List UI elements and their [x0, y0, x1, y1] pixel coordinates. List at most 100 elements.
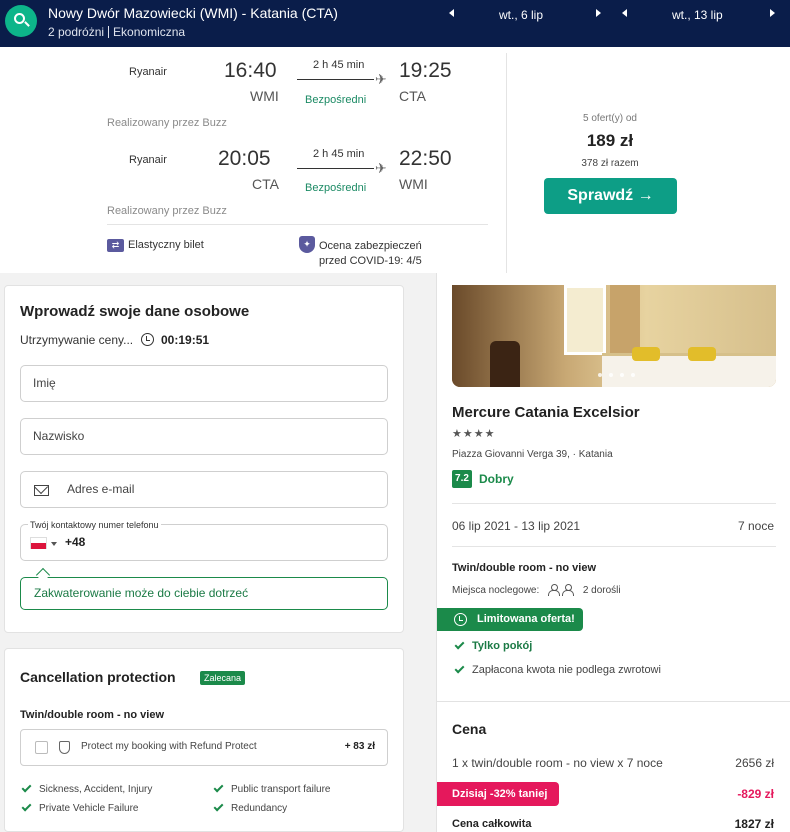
limited-offer-badge: Limitowana oferta! [437, 608, 583, 631]
benefit-label: Public transport failure [231, 784, 331, 795]
search-icon[interactable] [5, 5, 37, 37]
recommended-badge: Zalecana [200, 671, 246, 685]
benefit-label: Redundancy [231, 803, 288, 814]
plane-icon: ✈ [375, 71, 387, 87]
perk-item: Tylko pokój [454, 639, 533, 652]
person-icon [548, 584, 561, 596]
refund-protect-option[interactable]: Protect my booking with Refund Protect +… [20, 729, 388, 766]
depart-prev-icon[interactable] [449, 9, 454, 17]
guest-count: 2 dorośli [582, 585, 621, 596]
check-icon [213, 801, 224, 812]
dep-time-outbound: 16:40 [224, 59, 277, 82]
discount-value: -829 zł [737, 787, 774, 801]
arr-code-return: WMI [399, 176, 428, 192]
cancellation-room: Twin/double room - no view [20, 709, 165, 721]
total-value: 1827 zł [734, 817, 774, 831]
perk-label: Zapłacona kwota nie podlega zwrotowi [472, 664, 661, 676]
discount-badge: Dzisiaj -32% taniej [437, 782, 559, 806]
flight-line [297, 168, 374, 169]
mail-icon [34, 485, 49, 496]
duration-outbound: 2 h 45 min [313, 59, 365, 71]
dep-time-return: 20:05 [218, 147, 271, 170]
accommodation-notice: Zakwaterowanie może do ciebie dotrzeć [20, 577, 388, 610]
arr-time-outbound: 19:25 [399, 59, 452, 82]
hotel-photo[interactable] [452, 285, 776, 387]
hotel-summary-card: Mercure Catania Excelsior ★★★★ Piazza Gi… [436, 273, 790, 701]
price-hold-timer: 00:19:51 [161, 333, 210, 347]
divider [452, 546, 776, 547]
email-field[interactable]: Adres e-mail [20, 471, 388, 508]
check-offer-button[interactable]: Sprawdź → [544, 178, 677, 214]
travellers-summary[interactable]: 2 podróżni Ekonomiczna [48, 25, 185, 39]
cancellation-title: Cancellation protection [20, 669, 176, 685]
last-name-field[interactable]: Nazwisko [20, 418, 388, 455]
dep-code-outbound: WMI [250, 88, 279, 104]
perk-item: Zapłacona kwota nie podlega zwrotowi [454, 663, 661, 676]
depart-next-icon[interactable] [596, 9, 601, 17]
search-header: Nowy Dwór Mazowiecki (WMI) - Katania (CT… [0, 0, 790, 47]
price-line-label: 1 x twin/double room - no view x 7 noce [452, 756, 663, 770]
flight-result-card[interactable]: Ryanair 16:40 WMI 2 h 45 min ✈ Bezpośred… [0, 47, 790, 273]
cancellation-protection-card: Cancellation protection Zalecana Twin/do… [4, 648, 404, 832]
divider [452, 503, 776, 504]
flexible-ticket-icon: ⇄ [107, 239, 124, 252]
flexible-ticket-label: Elastyczny bilet [128, 239, 204, 251]
email-placeholder: Adres e-mail [67, 482, 135, 496]
flight-line [297, 79, 374, 80]
check-icon [21, 801, 32, 812]
price-summary-card: Cena 1 x twin/double room - no view x 7 … [436, 701, 790, 832]
carousel-dot[interactable] [598, 373, 602, 377]
chevron-down-icon[interactable] [51, 542, 57, 546]
depart-date[interactable]: wt., 6 lip [499, 8, 543, 22]
covid-rating-line1: Ocena zabezpieczeń [319, 240, 422, 252]
clock-icon [454, 613, 467, 626]
covid-rating-line2: przed COVID-19: 4/5 [319, 255, 422, 267]
total-label: Cena całkowita [452, 818, 532, 830]
check-icon [21, 782, 32, 793]
first-name-field[interactable]: Imię [20, 365, 388, 402]
stay-nights: 7 noce [737, 519, 774, 533]
plane-icon: ✈ [375, 160, 387, 176]
carousel-dot[interactable] [609, 373, 613, 377]
route-title[interactable]: Nowy Dwór Mazowiecki (WMI) - Katania (CT… [48, 5, 338, 21]
clock-icon [141, 333, 154, 346]
hotel-name[interactable]: Mercure Catania Excelsior [452, 404, 640, 421]
carousel-dot[interactable] [620, 373, 624, 377]
benefit-item: Sickness, Accident, Injury [21, 782, 153, 795]
stops-outbound: Bezpośredni [305, 94, 367, 106]
review-score-word: Dobry [479, 472, 514, 486]
check-icon [454, 663, 465, 674]
check-icon [454, 639, 465, 650]
benefit-item: Private Vehicle Failure [21, 801, 139, 814]
price-line-value: 2656 zł [735, 756, 774, 770]
benefit-item: Redundancy [213, 801, 288, 814]
sleeping-places-label: Miejsca noclegowe: [452, 585, 540, 596]
form-title: Wprowadź swoje dane osobowe [20, 303, 250, 320]
dep-code-return: CTA [252, 176, 279, 192]
cabin-class: Ekonomiczna [113, 25, 186, 39]
poland-flag-icon[interactable] [30, 537, 47, 549]
person-icon [562, 584, 575, 596]
limited-offer-label: Limitowana oferta! [477, 613, 575, 625]
stops-return: Bezpośredni [305, 182, 367, 194]
offer-price: 189 zł [586, 131, 634, 150]
operated-by-outbound: Realizowany przez Buzz [107, 117, 227, 129]
review-score: 7.2 [452, 470, 472, 488]
divider [107, 224, 488, 225]
covid-rating: Ocena zabezpieczeń przed COVID-19: 4/5 [319, 239, 422, 269]
perk-label: Tylko pokój [472, 640, 533, 652]
benefit-item: Public transport failure [213, 782, 331, 795]
benefit-label: Private Vehicle Failure [39, 803, 139, 814]
return-next-icon[interactable] [770, 9, 775, 17]
carousel-dot[interactable] [631, 373, 635, 377]
price-hold-label: Utrzymywanie ceny... [20, 333, 134, 347]
airline-return: Ryanair [129, 154, 167, 166]
benefit-label: Sickness, Accident, Injury [39, 784, 153, 795]
stay-dates: 06 lip 2021 - 13 lip 2021 [452, 519, 581, 533]
divider [506, 53, 507, 273]
refund-protect-checkbox[interactable] [35, 741, 48, 754]
arr-time-return: 22:50 [399, 147, 452, 170]
price-title: Cena [452, 721, 487, 737]
return-date[interactable]: wt., 13 lip [672, 8, 723, 22]
return-prev-icon[interactable] [622, 9, 627, 17]
